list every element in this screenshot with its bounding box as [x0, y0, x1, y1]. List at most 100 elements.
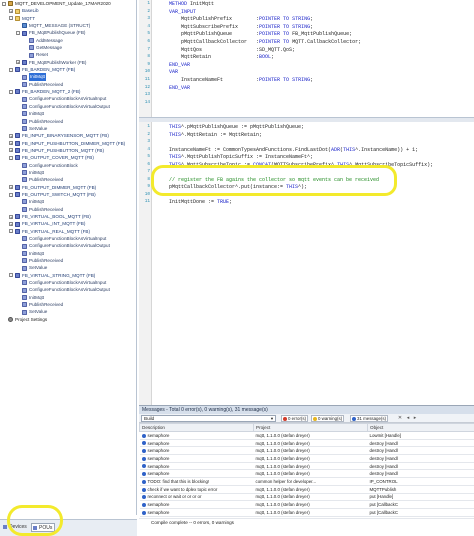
collapse-icon[interactable]: - [16, 30, 20, 35]
expand-icon[interactable]: + [16, 60, 20, 65]
tree-item[interactable]: InitMqtt [0, 198, 136, 205]
code-line[interactable]: InstanceNameFt :POINTER TO STRING; [169, 77, 313, 83]
collapse-icon[interactable]: - [9, 16, 13, 21]
tree-item[interactable]: - FB_OUTPUT_COVER_MQTT (FB) [0, 154, 136, 161]
collapse-icon[interactable]: - [9, 155, 13, 160]
tree-item[interactable]: - FB_VIRTUAL_REAL_MQTT (FB) [0, 228, 136, 235]
expand-icon[interactable]: + [9, 221, 13, 226]
tree-item[interactable]: PublishReceived [0, 176, 136, 183]
tree-item[interactable]: MQTT_MESSAGE (STRUCT) [0, 22, 136, 29]
tree-item[interactable]: SetValue [0, 125, 136, 132]
tree-item[interactable]: - FB_OUTPUT_SWITCH_MQTT (FB) [0, 191, 136, 198]
tab-devices[interactable]: Devices [2, 523, 27, 532]
message-row[interactable]: semaphore mqtt, 1.1.0.0 (stefan dreyer) pu… [139, 508, 474, 517]
tree-item[interactable]: Project Settings [0, 316, 136, 323]
code-line[interactable]: pMqttPublishQueue :POINTER TO FB_MqttPub… [169, 31, 352, 37]
tree-item[interactable]: + BaseLib [0, 7, 136, 14]
message-row[interactable]: semaphore mqtt, 1.1.0.0 (stefan dreyer) pu… [139, 500, 474, 509]
messages-filter-button[interactable]: 31 message(s) [350, 415, 389, 422]
code-line[interactable]: MqttPublishPrefix :POINTER TO STRING; [169, 16, 313, 22]
message-category-select[interactable]: Build ▼ [141, 415, 276, 422]
message-row[interactable]: semaphore mqtt, 1.1.0.0 (stefan dreyer) de… [139, 469, 474, 479]
code-line[interactable]: THIS^.MqttRetain := MqttRetain; [169, 132, 262, 138]
tree-item[interactable]: - MQTT_DEVELOPMENT_Update_17MAR2020 [0, 0, 136, 7]
code-line[interactable]: THIS^.MqttPublishTopicSuffix := Instance… [169, 154, 313, 160]
collapse-icon[interactable]: - [9, 89, 13, 94]
message-row[interactable]: semaphore mqtt, 1.1.0.0 (stefan dreyer) de… [139, 439, 474, 448]
tree-item[interactable]: ConfigureFunctionBlockAsVirtualInput [0, 235, 136, 242]
tree-item[interactable]: PublishReceived [0, 81, 136, 88]
tree-item[interactable]: ConfigureFunctionBlockAsVirtualOutput [0, 103, 136, 110]
code-line[interactable]: MqttRetain :BOOL; [169, 54, 274, 60]
tree-item[interactable]: PublishReceived [0, 118, 136, 125]
errors-filter-button[interactable]: 0 error(s) [281, 415, 309, 422]
tree-item[interactable]: ConfigureFunctionBlockAsVirtualOutput [0, 242, 136, 249]
tree-item[interactable]: InitMqtt [0, 169, 136, 176]
code-line[interactable]: pMqttCallbackCollector :POINTER TO MQTT.… [169, 39, 361, 45]
tree-item[interactable]: ConfigureFunctionBlockAsVirtualOutput [0, 286, 136, 293]
tree-item[interactable]: + FB_INPUT_BINARYSENSOR_MQTT (FB) [0, 132, 136, 139]
expand-icon[interactable]: + [9, 141, 13, 146]
collapse-icon[interactable]: - [2, 1, 6, 6]
expand-icon[interactable]: + [9, 214, 13, 219]
expand-icon[interactable]: + [9, 8, 13, 13]
tree-item[interactable]: AddMessage [0, 37, 136, 44]
tree-item[interactable]: ConfigureFunctionBlockAsVirtualInput [0, 279, 136, 286]
column-object[interactable]: Object [367, 423, 474, 432]
tree-item[interactable]: ConfigureFunctionBlock [0, 162, 136, 169]
collapse-icon[interactable]: - [9, 229, 13, 234]
tree-item[interactable]: - FB_BARDEN_MQTT (FB) [0, 66, 136, 73]
next-message-icon[interactable]: ▸ [412, 415, 418, 422]
tree-item[interactable]: InitMqtt [0, 73, 136, 81]
code-line[interactable]: MqttSubscribePrefix :POINTER TO STRING; [169, 24, 313, 30]
expand-icon[interactable]: + [9, 148, 13, 153]
code-line[interactable]: VAR [169, 69, 178, 75]
tree-item[interactable]: + FB_VIRTUAL_BOOL_MQTT (FB) [0, 213, 136, 220]
collapse-icon[interactable]: - [9, 67, 13, 72]
message-row[interactable]: check if we want to dplex topic error mqt… [139, 485, 474, 494]
tree-item[interactable]: GetMessage [0, 44, 136, 51]
tree-item[interactable]: - FB_VIRTUAL_STRING_MQTT (FB) [0, 272, 136, 279]
message-row[interactable]: reconnect or wait or or or or mqtt, 1.1.0… [139, 493, 474, 502]
tree-item[interactable]: PublishReceived [0, 257, 136, 264]
implementation-editor[interactable]: 1 2 3 4 5 6 7 8 9 10 11 THIS^.pMqttPublishQueue :=… [139, 122, 474, 405]
tree-item[interactable]: + FB_OUTPUT_DIMMER_MQTT (FB) [0, 184, 136, 191]
code-line[interactable]: InitMqttDone := TRUE; [169, 199, 232, 205]
tree-item[interactable]: + FB_MqttPublishWorker (FB) [0, 59, 136, 66]
tree-item[interactable]: - MQTT [0, 15, 136, 22]
expand-icon[interactable]: + [9, 133, 13, 138]
tree-item[interactable]: SetValue [0, 264, 136, 271]
code-line[interactable]: END_VAR [169, 85, 190, 91]
tree-item[interactable]: Reset [0, 51, 136, 58]
code-line[interactable]: VAR_INPUT [169, 9, 196, 15]
tree-item[interactable]: ConfigureFunctionBlockAsVirtualInput [0, 95, 136, 102]
code-line[interactable]: MqttQos :SD_MQTT.QoS; [169, 47, 295, 53]
code-line[interactable]: END_VAR [169, 62, 190, 68]
message-row[interactable]: TODO: find that this is blocking! common … [139, 477, 474, 486]
code-line[interactable]: METHOD InitMqtt [169, 1, 214, 7]
message-row[interactable]: semaphore mqtt, 1.1.0.0 (stefan dreyer) de… [139, 446, 474, 456]
tree-item[interactable]: - FB_BARDEN_MQTT_2 (FB) [0, 88, 136, 95]
message-row[interactable]: semaphore mqtt, 1.1.0.0 (stefan dreyer) de… [139, 454, 474, 463]
tree-item[interactable]: InitMqtt [0, 110, 136, 117]
code-line[interactable]: InstanceNameFt := CommonTypesAndFunction… [169, 147, 418, 153]
tree-item[interactable]: SetValue [0, 308, 136, 315]
clear-messages-icon[interactable]: ✕ [397, 415, 403, 422]
tree-item[interactable]: InitMqtt [0, 250, 136, 257]
message-row[interactable]: semaphore mqtt, 1.1.0.0 (stefan dreyer) Lo… [139, 431, 474, 440]
tab-pous[interactable]: POUs [31, 523, 56, 532]
tree-item[interactable]: InitMqtt [0, 294, 136, 301]
collapse-icon[interactable]: - [9, 192, 13, 197]
code-line[interactable]: THIS^.MqttSubscribeTopic := CONCAT(MQTTS… [169, 162, 433, 168]
tree-item[interactable]: + FB_INPUT_PUSHBUTTON_DIMMER_MQTT (FB) [0, 140, 136, 147]
column-project[interactable]: Project [253, 423, 368, 432]
tree-item[interactable]: + FB_VIRTUAL_INT_MQTT (FB) [0, 220, 136, 227]
column-description[interactable]: Description [139, 423, 254, 432]
tree-item[interactable]: + FB_INPUT_PUSHBUTTON_MQTT (FB) [0, 147, 136, 154]
collapse-icon[interactable]: - [9, 273, 13, 278]
expand-icon[interactable]: + [9, 185, 13, 190]
warnings-filter-button[interactable]: 0 warning(s) [311, 415, 345, 422]
tree-item[interactable]: PublishReceived [0, 206, 136, 213]
tree-item[interactable]: PublishReceived [0, 301, 136, 308]
tree-item[interactable]: - FB_MqttPublishQueue (FB) [0, 29, 136, 36]
